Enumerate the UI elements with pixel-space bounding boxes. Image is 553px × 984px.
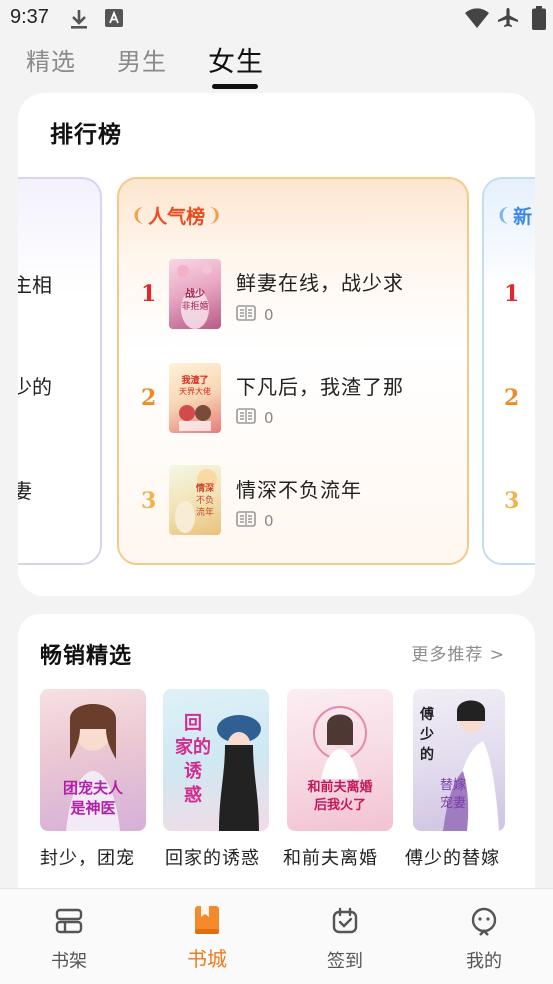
ranking-title: 排行榜 xyxy=(50,122,122,148)
new-ranking-badge-label: 新 xyxy=(513,205,533,228)
right-rank-number-3: 3 xyxy=(504,488,520,514)
bestseller-title-3: 和前夫离婚 xyxy=(283,848,378,869)
left-item-2-title: 少的 xyxy=(18,375,52,399)
book-cover-1: 战少 非拒婚 xyxy=(169,259,221,329)
reads-icon xyxy=(236,408,256,428)
active-tab-indicator xyxy=(212,84,258,89)
book-title-3: 情深不负流年 xyxy=(236,478,362,502)
nav-bookshelf-label: 书架 xyxy=(51,951,87,972)
reads-icon xyxy=(236,511,256,531)
svg-text:诱: 诱 xyxy=(184,761,202,782)
svg-text:傅: 傅 xyxy=(419,706,434,723)
bestseller-cover-1: 团宠夫人 是神医 xyxy=(40,689,146,831)
laurel-right-icon: ❩ xyxy=(207,204,223,226)
svg-text:宠妻: 宠妻 xyxy=(440,795,466,811)
new-ranking-badge: ❨ 新 xyxy=(496,201,532,229)
svg-text:我渣了: 我渣了 xyxy=(181,374,208,386)
book-meta-3: 0 xyxy=(236,511,274,531)
download-icon xyxy=(68,8,90,34)
svg-text:非拒婚: 非拒婚 xyxy=(181,300,208,312)
tab-female[interactable]: 女生 xyxy=(208,40,264,79)
book-title-1: 鲜妻在线，战少求 xyxy=(236,271,404,295)
svg-text:团宠夫人: 团宠夫人 xyxy=(63,779,124,797)
laurel-left-icon: ❨ xyxy=(131,204,147,226)
nav-bookshelf[interactable]: 书架 xyxy=(19,889,119,984)
bestseller-cover-2: 回 家的 诱 惑 xyxy=(163,689,269,831)
book-meta-2: 0 xyxy=(236,408,274,428)
bestseller-title-4: 傅少的替嫁 xyxy=(405,848,500,869)
battery-icon xyxy=(532,6,546,34)
laurel-left-icon: ❨ xyxy=(496,204,512,226)
bestseller-title-1: 封少，团宠 xyxy=(40,848,135,869)
right-rank-number-1: 1 xyxy=(504,281,520,307)
popularity-badge-label: 人气榜 xyxy=(148,205,206,228)
svg-text:天界大佬: 天界大佬 xyxy=(179,386,211,396)
nav-checkin-label: 签到 xyxy=(327,951,363,972)
bestseller-title: 畅销精选 xyxy=(40,644,133,669)
popularity-ranking-panel[interactable]: ❨ 人气榜 ❩ 1 战少 非拒婚 鲜妻在线，战少求 0 2 我渣了 天界大佬 下… xyxy=(117,177,469,565)
svg-text:少: 少 xyxy=(419,726,434,743)
ranking-panel-left[interactable]: 主相 少的 妻 xyxy=(18,177,102,565)
bottom-nav: 书架 书城 签到 我的 xyxy=(0,888,553,984)
bestseller-card: 畅销精选 更多推荐 > 团宠夫人 是神医 封少，团宠 回 家的 诱 惑 回家的诱… xyxy=(18,614,535,890)
nav-profile[interactable]: 我的 xyxy=(434,889,534,984)
bestseller-cover-3: 和前夫离婚 后我火了 xyxy=(287,689,393,831)
left-item-3-title: 妻 xyxy=(18,479,32,503)
tab-featured[interactable]: 精选 xyxy=(26,42,76,77)
svg-text:回: 回 xyxy=(184,713,202,734)
svg-text:情深: 情深 xyxy=(195,482,214,494)
rank-number-3: 3 xyxy=(141,488,157,514)
svg-text:的: 的 xyxy=(420,746,434,763)
right-rank-number-2: 2 xyxy=(504,385,520,411)
profile-icon xyxy=(470,907,498,941)
book-cover-2: 我渣了 天界大佬 xyxy=(169,363,221,433)
status-time: 9:37 xyxy=(10,6,49,28)
tab-male[interactable]: 男生 xyxy=(117,42,167,77)
wifi-icon xyxy=(464,7,490,33)
reads-count-3: 0 xyxy=(264,512,274,530)
reads-icon xyxy=(236,305,256,325)
nav-checkin[interactable]: 签到 xyxy=(295,889,395,984)
rank-number-1: 1 xyxy=(141,281,157,307)
rank-number-2: 2 xyxy=(141,385,157,411)
ranking-panel-right[interactable]: ❨ 新 1 2 3 xyxy=(482,177,535,565)
ranking-card: 排行榜 主相 少的 妻 ❨ 人气榜 ❩ 1 战少 非拒婚 鲜妻在线，战少求 0 … xyxy=(18,93,535,596)
checkin-icon xyxy=(331,907,359,939)
svg-text:惑: 惑 xyxy=(184,784,202,806)
bookstore-icon xyxy=(194,905,220,939)
book-cover-3: 情深 不负 流年 xyxy=(169,465,221,535)
reads-count-1: 0 xyxy=(264,306,274,324)
nav-bookstore[interactable]: 书城 xyxy=(157,889,257,984)
category-tabs: 精选 男生 女生 xyxy=(0,38,553,90)
svg-text:流年: 流年 xyxy=(196,506,214,518)
book-title-2: 下凡后，我渣了那 xyxy=(236,375,404,399)
status-bar: 9:37 xyxy=(0,0,553,38)
svg-text:不负: 不负 xyxy=(196,494,214,506)
svg-text:和前夫离婚: 和前夫离婚 xyxy=(307,779,372,795)
text-a-icon xyxy=(104,8,124,32)
svg-text:后我火了: 后我火了 xyxy=(314,797,366,813)
svg-text:战少: 战少 xyxy=(185,287,205,300)
left-item-1-title: 主相 xyxy=(18,273,52,297)
more-recommendations-link[interactable]: 更多推荐 > xyxy=(411,640,505,665)
reads-count-2: 0 xyxy=(264,409,274,427)
bestseller-title-2: 回家的诱惑 xyxy=(165,848,260,869)
bookshelf-icon xyxy=(54,907,84,939)
svg-text:是神医: 是神医 xyxy=(69,799,115,817)
nav-profile-label: 我的 xyxy=(466,951,502,972)
airplane-icon xyxy=(497,7,519,33)
book-meta-1: 0 xyxy=(236,305,274,325)
popularity-badge: ❨ 人气榜 ❩ xyxy=(131,201,222,229)
bestseller-cover-4: 傅 少 的 替嫁 宠妻 xyxy=(413,689,505,831)
svg-text:家的: 家的 xyxy=(175,736,211,758)
svg-text:替嫁: 替嫁 xyxy=(440,778,466,793)
nav-bookstore-label: 书城 xyxy=(187,947,227,971)
